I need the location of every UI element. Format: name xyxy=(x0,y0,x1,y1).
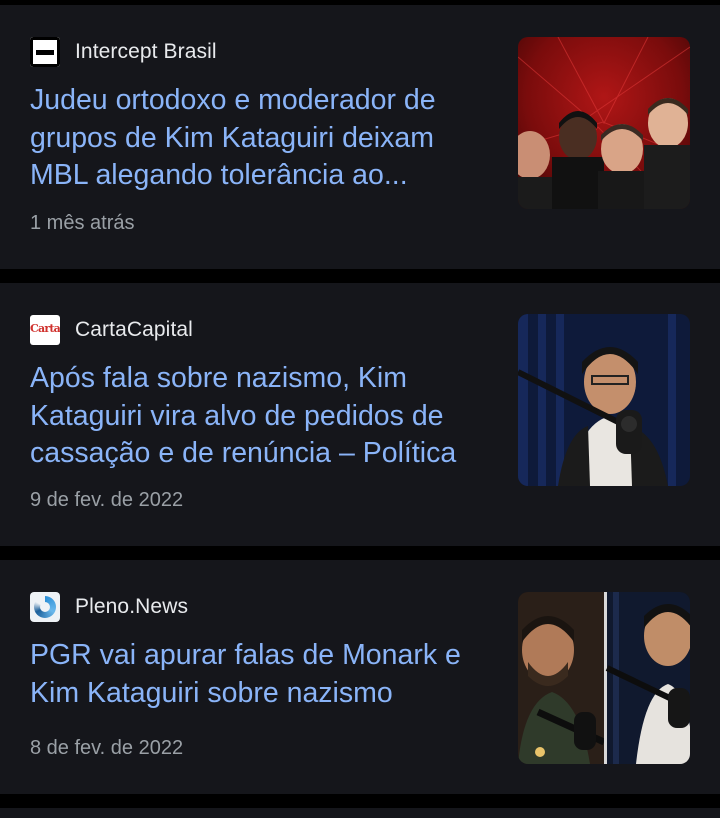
source-name: CartaCapital xyxy=(75,318,193,341)
news-thumbnail[interactable] xyxy=(518,592,690,764)
news-timestamp: 9 de fev. de 2022 xyxy=(30,489,184,511)
news-card[interactable]: Intercept Brasil Judeu ortodoxo e modera… xyxy=(0,5,720,269)
cartacapital-logo-icon: Carta xyxy=(30,315,60,345)
intercept-brasil-logo-icon xyxy=(30,37,60,67)
source-name: Pleno.News xyxy=(75,595,189,618)
news-card[interactable]: Carta CartaCapital Após fala sobre nazis… xyxy=(0,283,720,546)
news-card-partial xyxy=(0,808,720,818)
news-thumbnail[interactable] xyxy=(518,314,690,486)
news-feed: Intercept Brasil Judeu ortodoxo e modera… xyxy=(0,0,720,818)
pleno-news-logo-icon xyxy=(30,592,60,622)
news-source: Intercept Brasil xyxy=(30,37,217,67)
news-thumbnail[interactable] xyxy=(518,37,690,209)
source-name: Intercept Brasil xyxy=(75,40,217,63)
cartacapital-logo-text: Carta xyxy=(30,322,60,335)
news-timestamp: 8 de fev. de 2022 xyxy=(30,737,184,759)
news-card[interactable]: Pleno.News PGR vai apurar falas de Monar… xyxy=(0,560,720,794)
news-source: Carta CartaCapital xyxy=(30,315,193,345)
news-headline-link[interactable]: Após fala sobre nazismo, Kim Kataguiri v… xyxy=(30,360,490,473)
news-headline-link[interactable]: Judeu ortodoxo e moderador de grupos de … xyxy=(30,82,490,195)
news-headline-link[interactable]: PGR vai apurar falas de Monark e Kim Kat… xyxy=(30,637,490,712)
news-timestamp: 1 mês atrás xyxy=(30,212,135,234)
news-source: Pleno.News xyxy=(30,592,188,622)
